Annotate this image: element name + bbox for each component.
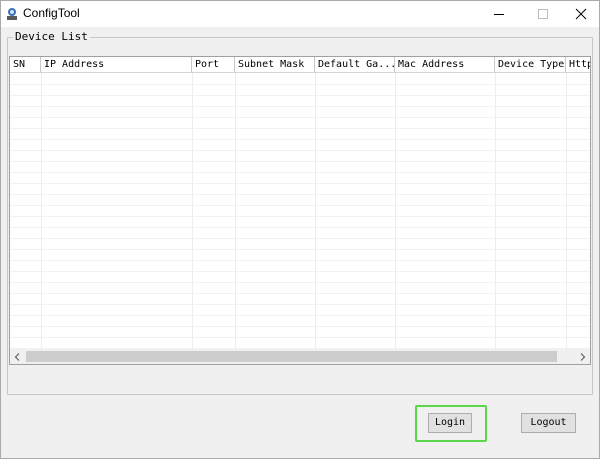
- column-header-ip-address[interactable]: IP Address: [41, 57, 192, 72]
- grid-column-line: [41, 73, 42, 349]
- grid-row-line: [10, 84, 590, 85]
- grid-row-line: [10, 172, 590, 173]
- grid-column-line: [192, 73, 193, 349]
- grid-row-line: [10, 106, 590, 107]
- scroll-left-button[interactable]: [10, 349, 25, 364]
- grid-row-line: [10, 139, 590, 140]
- grid-row-line: [10, 315, 590, 316]
- grid-row-line: [10, 161, 590, 162]
- grid-column-line: [315, 73, 316, 349]
- device-list-table[interactable]: SN IP Address Port Subnet Mask Default G…: [9, 56, 591, 365]
- grid-row-line: [10, 326, 590, 327]
- grid-row-line: [10, 205, 590, 206]
- close-button[interactable]: [561, 1, 600, 27]
- chevron-left-icon: [14, 353, 20, 361]
- grid-row-line: [10, 304, 590, 305]
- column-header-mac-address[interactable]: Mac Address: [395, 57, 495, 72]
- device-list-label: Device List: [13, 30, 90, 43]
- configtool-window: ConfigTool Device List SN IP Address Por…: [0, 0, 600, 459]
- grid-row-line: [10, 194, 590, 195]
- grid-row-line: [10, 216, 590, 217]
- close-icon: [575, 8, 587, 20]
- table-header: SN IP Address Port Subnet Mask Default G…: [10, 57, 590, 73]
- logout-button[interactable]: Logout: [521, 413, 576, 433]
- grid-row-line: [10, 249, 590, 250]
- grid-row-line: [10, 95, 590, 96]
- column-header-device-type[interactable]: Device Type: [495, 57, 566, 72]
- column-header-default-gateway[interactable]: Default Ga...: [315, 57, 395, 72]
- grid-row-line: [10, 238, 590, 239]
- horizontal-scrollbar[interactable]: [10, 349, 590, 364]
- column-header-subnet-mask[interactable]: Subnet Mask: [235, 57, 315, 72]
- grid-row-line: [10, 282, 590, 283]
- column-header-http[interactable]: Http: [566, 57, 590, 72]
- maximize-button[interactable]: [523, 1, 563, 27]
- chevron-right-icon: [580, 353, 586, 361]
- grid-column-line: [395, 73, 396, 349]
- grid-row-line: [10, 337, 590, 338]
- grid-row-line: [10, 271, 590, 272]
- scroll-thumb[interactable]: [26, 351, 557, 362]
- grid-column-line: [566, 73, 567, 349]
- grid-row-line: [10, 293, 590, 294]
- grid-row-line: [10, 150, 590, 151]
- grid-row-line: [10, 260, 590, 261]
- maximize-icon: [538, 9, 548, 19]
- grid-row-line: [10, 183, 590, 184]
- grid-column-line: [235, 73, 236, 349]
- grid-row-line: [10, 128, 590, 129]
- grid-row-line: [10, 117, 590, 118]
- minimize-button[interactable]: [479, 1, 519, 27]
- column-header-port[interactable]: Port: [192, 57, 235, 72]
- title-bar[interactable]: ConfigTool: [1, 1, 599, 27]
- configtool-app-icon: [5, 6, 19, 20]
- window-title: ConfigTool: [23, 6, 80, 20]
- grid-column-line: [495, 73, 496, 349]
- scroll-right-button[interactable]: [575, 349, 590, 364]
- column-header-sn[interactable]: SN: [10, 57, 41, 72]
- grid-row-line: [10, 227, 590, 228]
- table-body[interactable]: [10, 73, 590, 349]
- minimize-icon: [494, 14, 504, 15]
- client-area: Device List SN IP Address Port Subnet Ma…: [1, 27, 599, 458]
- login-button[interactable]: Login: [428, 413, 472, 433]
